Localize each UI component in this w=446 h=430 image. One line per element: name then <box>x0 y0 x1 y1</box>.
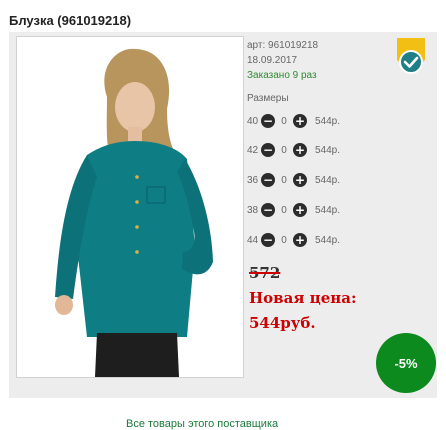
size-value: 42 <box>247 144 259 156</box>
minus-circle-icon[interactable]: − <box>261 143 275 157</box>
ordered-count: Заказано 9 раз <box>247 70 317 81</box>
quantity-value: 0 <box>281 234 287 246</box>
verified-check-badge-icon <box>395 38 427 78</box>
sizes-label: Размеры <box>247 93 289 104</box>
size-row: 36 − 0 + 544р. <box>247 172 340 188</box>
quantity-value: 0 <box>281 115 287 127</box>
minus-circle-icon[interactable]: − <box>261 173 275 187</box>
supplier-products-link[interactable]: Все товары этого поставщика <box>126 418 278 430</box>
plus-circle-icon[interactable]: + <box>293 233 307 247</box>
article-number: арт: 961019218 <box>247 40 319 51</box>
old-price: 572 <box>249 264 281 282</box>
size-price: 544р. <box>315 144 341 156</box>
size-price: 544р. <box>315 234 341 246</box>
minus-circle-icon[interactable]: − <box>261 203 275 217</box>
discount-badge: -5% <box>376 333 436 393</box>
minus-circle-icon[interactable]: − <box>261 233 275 247</box>
size-value: 40 <box>247 115 259 127</box>
quantity-value: 0 <box>281 204 287 216</box>
size-price: 544р. <box>315 174 341 186</box>
product-photo[interactable] <box>16 36 244 378</box>
size-row: 42 − 0 + 544р. <box>247 142 340 158</box>
plus-circle-icon[interactable]: + <box>293 203 307 217</box>
size-value: 36 <box>247 174 259 186</box>
minus-circle-icon[interactable]: − <box>261 114 275 128</box>
size-value: 38 <box>247 204 259 216</box>
size-row: 38 − 0 + 544р. <box>247 202 340 218</box>
product-photo-image <box>17 37 243 377</box>
size-row: 40 − 0 + 544р. <box>247 113 340 129</box>
size-price: 544р. <box>315 204 341 216</box>
plus-circle-icon[interactable]: + <box>293 114 307 128</box>
product-title: Блузка (961019218) <box>9 13 132 28</box>
quantity-value: 0 <box>281 174 287 186</box>
new-price: 544руб. <box>249 314 316 332</box>
new-price-label: Новая цена: <box>249 289 357 307</box>
plus-circle-icon[interactable]: + <box>293 143 307 157</box>
size-row: 44 − 0 + 544р. <box>247 232 340 248</box>
quantity-value: 0 <box>281 144 287 156</box>
size-price: 544р. <box>315 115 341 127</box>
plus-circle-icon[interactable]: + <box>293 173 307 187</box>
size-value: 44 <box>247 234 259 246</box>
product-date: 18.09.2017 <box>247 55 298 66</box>
